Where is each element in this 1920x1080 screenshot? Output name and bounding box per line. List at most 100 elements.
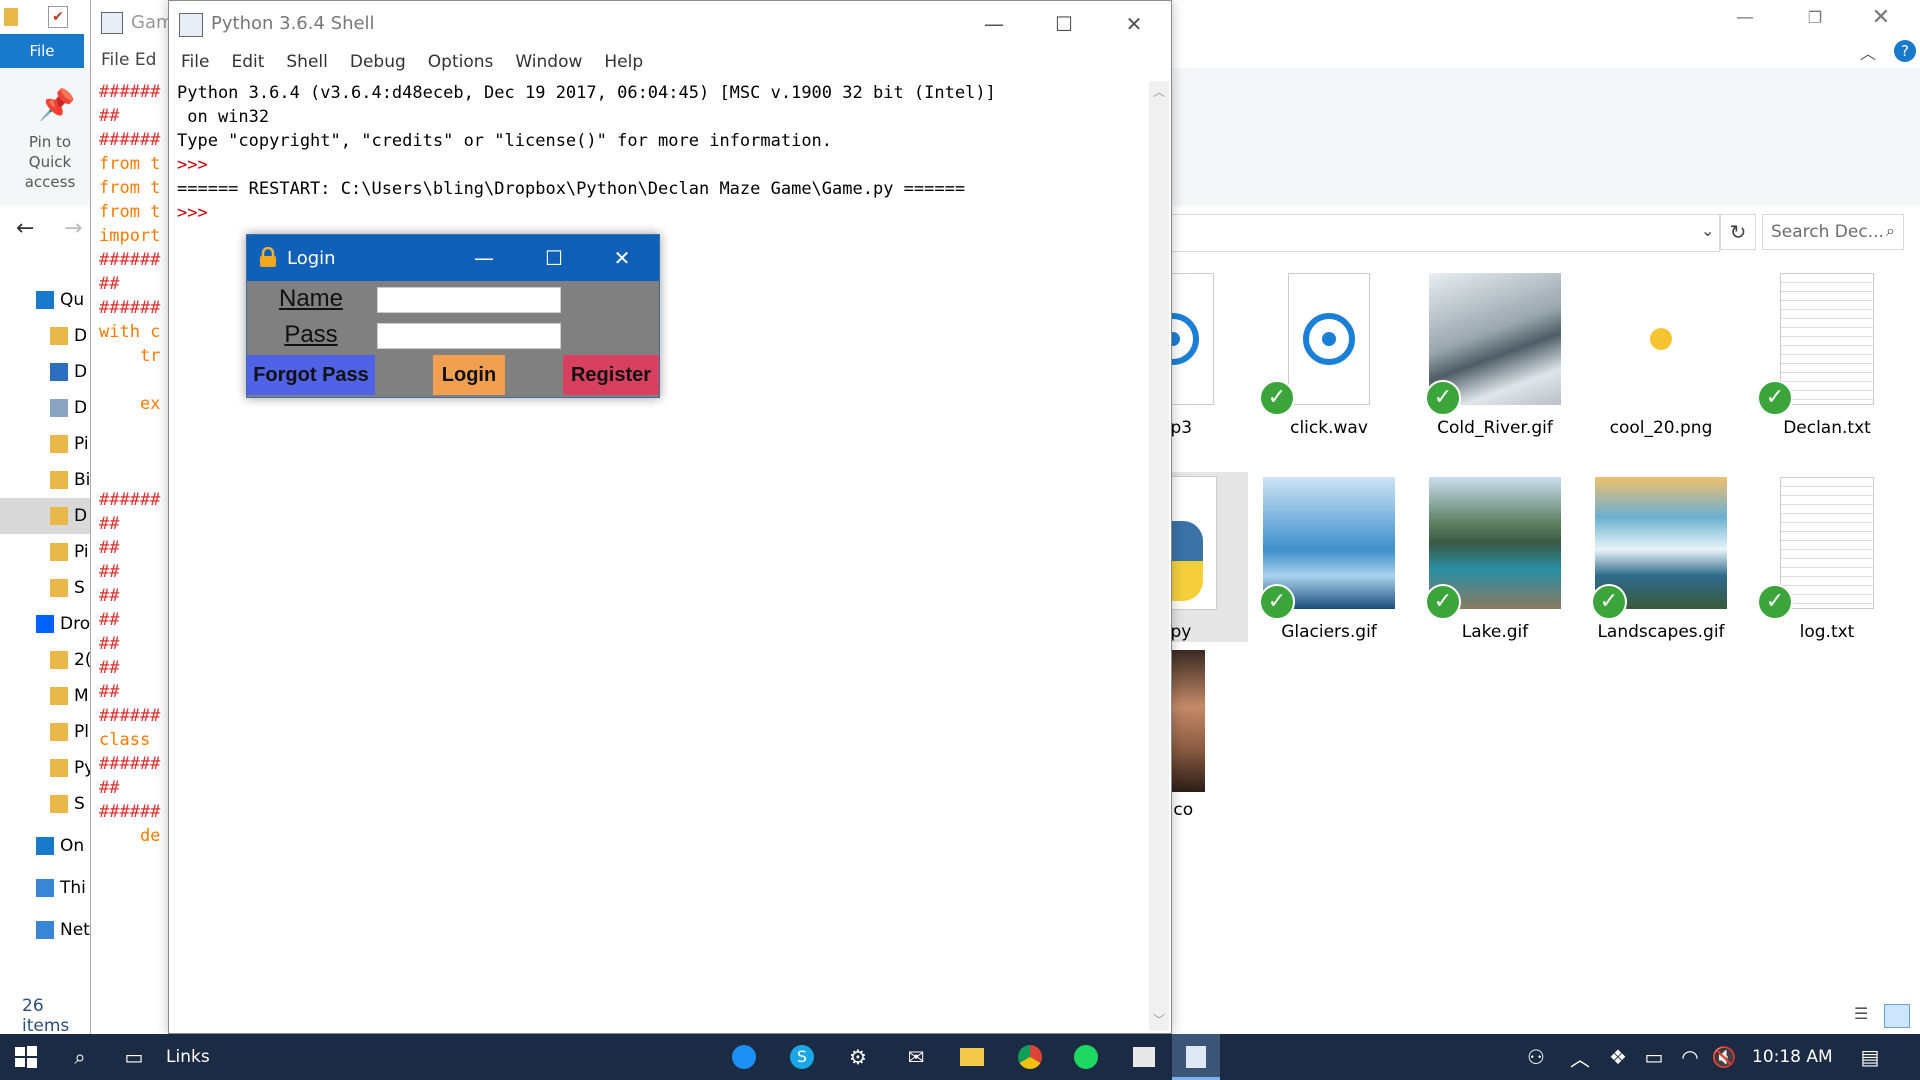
name-input[interactable] [377,287,561,313]
sidebar-item[interactable]: S [0,786,92,822]
menu-window[interactable]: Window [515,52,582,72]
mail-icon[interactable]: ✉ [902,1043,930,1071]
clock-time[interactable]: 10:18 AM [1752,1047,1833,1067]
chevron-up-icon[interactable]: ︿ [1566,1043,1594,1071]
file-item[interactable]: ✓ Landscapes.gif [1586,472,1736,642]
scroll-down-icon[interactable]: ﹀ [1153,1011,1165,1028]
back-arrow-icon[interactable]: ← [16,216,34,241]
maximize-button[interactable]: ☐ [1029,1,1099,47]
maximize-button[interactable]: ☐ [519,235,589,281]
file-item[interactable]: ✓ click.wav [1254,268,1404,438]
close-button[interactable]: ✕ [587,235,657,281]
search-box[interactable]: Search Dec... ⌕ [1762,214,1904,250]
volume-muted-icon[interactable]: 🔇 [1710,1043,1738,1071]
file-explorer-icon[interactable] [958,1043,986,1071]
file-item[interactable]: ✓ Declan.txt [1752,268,1902,438]
menu-help[interactable]: Help [604,52,643,72]
minimize-button[interactable]: — [959,1,1029,47]
shell-menubar: File Edit Shell Debug Options Window Hel… [169,47,1171,77]
task-view-icon[interactable]: ▭ [120,1043,148,1071]
sidebar-item[interactable]: Dro [0,606,92,642]
restore-button[interactable]: ❐ [1790,0,1840,34]
sidebar-item-label: S [74,794,85,814]
battery-icon[interactable]: ▭ [1640,1043,1668,1071]
search-icon[interactable]: ⌕ [66,1043,94,1071]
code-line: ###### [99,250,161,270]
sidebar-item[interactable]: Py [0,750,94,786]
minimize-button[interactable]: — [1720,0,1770,34]
file-item[interactable]: ✓ Lake.gif [1420,472,1570,642]
menu-options[interactable]: Options [428,52,494,72]
ribbon-collapse-icon[interactable]: ︿ [1860,40,1876,64]
dropbox-tray-icon[interactable]: ❖ [1604,1043,1632,1071]
game-code-area[interactable]: ###### ## ###### from t from t from t import ##… [99,80,160,848]
file-item[interactable]: cool_20.png [1586,268,1736,438]
code-line: class [99,730,161,750]
file-item[interactable]: ✓ log.txt [1752,472,1902,642]
links-toolbar[interactable]: Links [166,1047,210,1067]
sidebar-item[interactable]: Net [0,912,92,948]
game-editor-menu[interactable]: File Ed [101,50,156,70]
skype-icon[interactable]: S [788,1043,816,1071]
close-button[interactable]: ✕ [1856,0,1906,34]
shell-output[interactable]: Python 3.6.4 (v3.6.4:d48eceb, Dec 19 201… [177,81,1147,225]
taskbar: ⌕ ▭ Links S ⚙ ✉ ⚇ ︿ ❖ ▭ ◠ 🔇 10:18 AM ▤ [0,1034,1920,1080]
sidebar-item[interactable]: D [0,498,92,534]
steam-icon[interactable]: ⚙ [844,1043,872,1071]
scroll-up-icon[interactable]: ︿ [1153,83,1165,100]
code-line: ## [99,658,120,678]
sidebar-item[interactable]: 2( [0,642,92,678]
login-button[interactable]: Login [433,355,505,395]
sidebar-item[interactable]: D [0,390,92,426]
address-bar[interactable]: ⌄ [1170,214,1720,252]
sidebar-item[interactable]: D [0,354,92,390]
menu-edit[interactable]: Edit [231,52,264,72]
sidebar-item[interactable]: S [0,570,92,606]
help-icon[interactable]: ? [1894,40,1916,62]
sidebar-item[interactable]: M [0,678,92,714]
shell-scrollbar[interactable]: ︿ ﹀ [1149,81,1169,1031]
sidebar-item[interactable]: Qu [0,282,92,318]
chrome-icon[interactable] [1016,1043,1044,1071]
people-icon[interactable]: ⚇ [1522,1043,1550,1071]
pass-input[interactable] [377,323,561,349]
details-view-icon[interactable]: ☰ [1854,1004,1878,1026]
store-icon[interactable] [1130,1043,1158,1071]
code-line: ex [99,394,161,414]
spotify-icon[interactable] [1072,1043,1100,1071]
sidebar-item[interactable]: Pi [0,534,92,570]
windows-start-icon[interactable] [12,1043,40,1071]
pin-to-quick-access-label[interactable]: Pin to Quick access [10,132,90,192]
sidebar-item-label: S [74,578,85,598]
file-item[interactable]: ✓ Cold_River.gif [1420,268,1570,438]
forward-arrow-icon[interactable]: → [64,216,82,241]
close-button[interactable]: ✕ [1099,1,1169,47]
large-icons-view-icon[interactable] [1884,1004,1910,1028]
forgot-pass-button[interactable]: Forgot Pass [247,355,375,395]
properties-icon[interactable]: ✔ [48,6,68,28]
sidebar-item-label: Net [60,920,90,940]
pin-icon[interactable]: 📌 [38,88,75,123]
refresh-button[interactable]: ↻ [1720,214,1756,250]
pc-icon [36,879,54,897]
sidebar-item[interactable]: On [0,828,92,864]
file-item[interactable]: ✓ Glaciers.gif [1254,472,1404,642]
sidebar-item[interactable]: Thi [0,870,92,906]
chevron-down-icon[interactable]: ⌄ [1701,221,1714,240]
messenger-icon[interactable] [730,1043,758,1071]
file-name: log.txt [1799,622,1855,642]
media-file-thumbnail: ✓ [1259,268,1395,416]
menu-shell[interactable]: Shell [286,52,327,72]
minimize-button[interactable]: — [449,235,519,281]
code-line: ## [99,586,120,606]
wifi-icon[interactable]: ◠ [1676,1043,1704,1071]
sidebar-item[interactable]: Pl [0,714,92,750]
sidebar-item[interactable]: D [0,318,92,354]
menu-debug[interactable]: Debug [350,52,406,72]
sidebar-item[interactable]: Pi [0,426,92,462]
sidebar-item[interactable]: Bi [0,462,92,498]
register-button[interactable]: Register [563,355,659,395]
action-center-icon[interactable]: ▤ [1856,1043,1884,1071]
ribbon-file-tab[interactable]: File [0,34,84,68]
menu-file[interactable]: File [181,52,209,72]
